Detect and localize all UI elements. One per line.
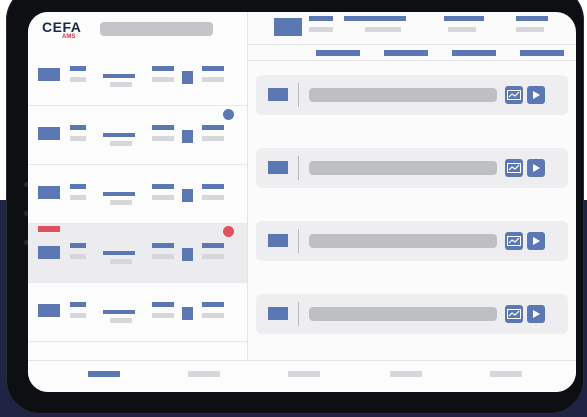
search-input[interactable]	[100, 22, 213, 36]
column-header[interactable]	[316, 50, 360, 56]
list-item[interactable]	[28, 165, 247, 224]
media-card	[256, 148, 568, 188]
column-header[interactable]	[520, 50, 564, 56]
detail-thumbnail	[274, 18, 302, 36]
progress-track[interactable]	[309, 307, 497, 321]
column-header[interactable]	[384, 50, 428, 56]
tab-item[interactable]	[490, 371, 522, 377]
media-card	[256, 294, 568, 334]
tab-bar	[28, 360, 576, 392]
trend-chart-icon[interactable]	[505, 86, 523, 104]
column-header[interactable]	[452, 50, 496, 56]
media-card	[256, 221, 568, 261]
play-icon[interactable]	[527, 232, 545, 250]
trend-chart-icon[interactable]	[505, 305, 523, 323]
tab-item[interactable]	[288, 371, 320, 377]
notification-dot	[223, 226, 234, 237]
detail-pane	[248, 12, 576, 360]
media-card	[256, 75, 568, 115]
tab-item-active[interactable]	[88, 371, 120, 377]
media-thumbnail	[268, 88, 288, 101]
trend-chart-icon[interactable]	[505, 159, 523, 177]
trend-chart-icon[interactable]	[505, 232, 523, 250]
play-icon[interactable]	[527, 159, 545, 177]
play-icon[interactable]	[527, 305, 545, 323]
tablet-frame: CEFA AMS	[6, 0, 584, 414]
brand-logo: CEFA AMS	[42, 20, 81, 40]
status-badge	[38, 226, 60, 232]
progress-track[interactable]	[309, 234, 497, 248]
app-screen: CEFA AMS	[28, 12, 576, 392]
progress-track[interactable]	[309, 161, 497, 175]
list-item[interactable]	[28, 47, 247, 106]
item-thumbnail	[38, 68, 60, 81]
notification-dot	[223, 109, 234, 120]
tab-item[interactable]	[390, 371, 422, 377]
play-icon[interactable]	[527, 86, 545, 104]
tab-item[interactable]	[188, 371, 220, 377]
logo-text: CEFA	[42, 19, 82, 35]
list-item[interactable]	[28, 106, 247, 165]
list-pane: CEFA AMS	[28, 12, 248, 360]
list-item[interactable]	[28, 283, 247, 342]
list-item-selected[interactable]	[28, 224, 247, 283]
progress-track[interactable]	[309, 88, 497, 102]
